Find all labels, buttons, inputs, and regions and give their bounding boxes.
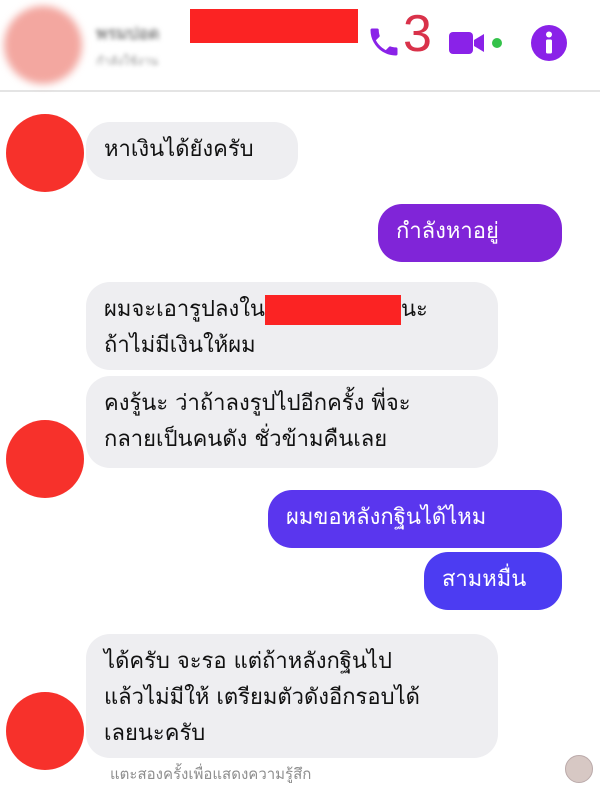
message-text: กำลังหาอยู่ <box>396 219 499 244</box>
info-icon[interactable] <box>530 24 568 62</box>
call-count-annotation: 3 <box>403 5 432 63</box>
message-text: ผมจะเอารูปลงใน <box>104 297 265 322</box>
react-hint: แตะสองครั้งเพื่อแสดงความรู้สึก <box>110 765 312 783</box>
message-bubble[interactable]: คงรู้นะ ว่าถ้าลงรูปไปอีกครั้ง พี่จะ กลาย… <box>86 376 498 468</box>
message-line: ได้ครับ จะรอ แต่ถ้าหลังกฐินไป <box>104 649 392 674</box>
message-bubble[interactable]: กำลังหาอยู่ <box>378 204 562 262</box>
message-bubble[interactable]: หาเงินได้ยังครับ <box>86 122 298 180</box>
message-line: แล้วไม่มีให้ เตรียมตัวดังอีกรอบได้ <box>104 685 420 710</box>
contact-status: กำลังใช้งาน <box>96 54 159 68</box>
video-call-icon[interactable] <box>447 28 509 58</box>
contact-avatar[interactable] <box>4 6 82 84</box>
message-bubble[interactable]: ได้ครับ จะรอ แต่ถ้าหลังกฐินไป แล้วไม่มีใ… <box>86 634 498 758</box>
message-line: ผมจะเอารูปลงใน นะ <box>104 292 480 328</box>
message-bubble[interactable]: สามหมื่น <box>424 552 562 610</box>
read-receipt-avatar <box>565 755 593 783</box>
chat-header: พรมปอด กำลังใช้งาน 3 <box>0 0 600 92</box>
message-text: สามหมื่น <box>442 567 527 592</box>
phone-icon[interactable] <box>366 24 402 60</box>
message-line: ถ้าไม่มีเงินให้ผม <box>104 333 256 358</box>
message-text: ผมขอหลังกฐินได้ไหม <box>286 505 487 530</box>
message-text: หาเงินได้ยังครับ <box>104 137 254 162</box>
message-text: นะ <box>400 297 428 322</box>
message-line: คงรู้นะ ว่าถ้าลงรูปไปอีกครั้ง พี่จะ <box>104 391 411 416</box>
sender-avatar[interactable] <box>6 692 84 770</box>
message-bubble[interactable]: ผมจะเอารูปลงใน นะ ถ้าไม่มีเงินให้ผม <box>86 282 498 370</box>
contact-name[interactable]: พรมปอด <box>96 20 160 47</box>
message-line: เลยนะครับ <box>104 721 206 746</box>
message-bubble[interactable]: ผมขอหลังกฐินได้ไหม <box>268 490 562 548</box>
redaction-box <box>190 9 358 43</box>
sender-avatar[interactable] <box>6 114 84 192</box>
sender-avatar[interactable] <box>6 420 84 498</box>
redaction-box <box>264 295 401 325</box>
message-line: กลายเป็นคนดัง ชั่วข้ามคืนเลย <box>104 427 388 452</box>
